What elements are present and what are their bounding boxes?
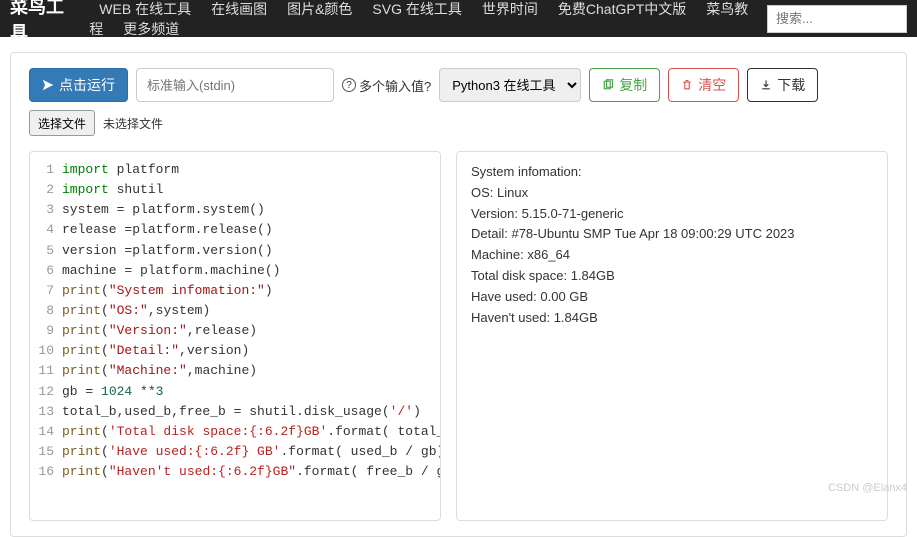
code-text[interactable]: gb = 1024 **3 <box>62 382 163 402</box>
download-button[interactable]: 下载 <box>747 68 818 102</box>
code-text[interactable]: release =platform.release() <box>62 220 273 240</box>
code-text[interactable]: print("System infomation:") <box>62 281 273 301</box>
line-number: 13 <box>38 402 62 422</box>
code-text[interactable]: print("Haven't used:{:6.2f}GB".format( f… <box>62 462 441 482</box>
code-text[interactable]: total_b,used_b,free_b = shutil.disk_usag… <box>62 402 421 422</box>
code-text[interactable]: print("Machine:",machine) <box>62 361 257 381</box>
choose-file-button[interactable]: 选择文件 <box>29 110 95 136</box>
download-icon <box>760 79 772 91</box>
code-line[interactable]: 14print('Total disk space:{:6.2f}GB'.for… <box>38 422 440 442</box>
copy-button-label: 复制 <box>619 75 647 95</box>
code-text[interactable]: machine = platform.machine() <box>62 261 280 281</box>
code-line[interactable]: 10print("Detail:",version) <box>38 341 440 361</box>
main-panel: 点击运行 ? 多个输入值? Python3 在线工具 复制 清空 下载 <box>10 52 907 537</box>
line-number: 4 <box>38 220 62 240</box>
code-text[interactable]: print('Total disk space:{:6.2f}GB'.forma… <box>62 422 441 442</box>
code-text[interactable]: import shutil <box>62 180 163 200</box>
nav-link-4[interactable]: 世界时间 <box>472 1 548 17</box>
stdin-input[interactable] <box>136 68 334 102</box>
code-line[interactable]: 11print("Machine:",machine) <box>38 361 440 381</box>
code-line[interactable]: 1import platform <box>38 160 440 180</box>
output-pane: System infomation:OS: LinuxVersion: 5.15… <box>456 151 888 521</box>
output-line: Total disk space: 1.84GB <box>471 266 873 287</box>
line-number: 6 <box>38 261 62 281</box>
line-number: 16 <box>38 462 62 482</box>
code-text[interactable]: print("Version:",release) <box>62 321 257 341</box>
brand-logo[interactable]: 菜鸟工具 <box>10 0 74 45</box>
nav-link-1[interactable]: 在线画图 <box>201 1 277 17</box>
code-text[interactable]: version =platform.version() <box>62 241 273 261</box>
code-line[interactable]: 5version =platform.version() <box>38 241 440 261</box>
trash-icon <box>681 79 693 91</box>
line-number: 1 <box>38 160 62 180</box>
output-line: Detail: #78-Ubuntu SMP Tue Apr 18 09:00:… <box>471 224 873 245</box>
output-line: System infomation: <box>471 162 873 183</box>
nav-link-7[interactable]: 更多频道 <box>113 21 189 37</box>
line-number: 9 <box>38 321 62 341</box>
search-input[interactable] <box>767 5 907 33</box>
code-text[interactable]: print("OS:",system) <box>62 301 210 321</box>
line-number: 12 <box>38 382 62 402</box>
code-line[interactable]: 2import shutil <box>38 180 440 200</box>
help-label: 多个输入值? <box>359 76 431 95</box>
copy-button[interactable]: 复制 <box>589 68 660 102</box>
question-icon: ? <box>342 78 356 92</box>
line-number: 3 <box>38 200 62 220</box>
line-number: 8 <box>38 301 62 321</box>
code-line[interactable]: 15print('Have used:{:6.2f} GB'.format( u… <box>38 442 440 462</box>
line-number: 7 <box>38 281 62 301</box>
code-line[interactable]: 13total_b,used_b,free_b = shutil.disk_us… <box>38 402 440 422</box>
line-number: 5 <box>38 241 62 261</box>
output-line: Haven't used: 1.84GB <box>471 308 873 329</box>
toolbar: 点击运行 ? 多个输入值? Python3 在线工具 复制 清空 下载 <box>29 68 888 136</box>
code-text[interactable]: print("Detail:",version) <box>62 341 249 361</box>
code-line[interactable]: 7print("System infomation:") <box>38 281 440 301</box>
run-button[interactable]: 点击运行 <box>29 68 128 102</box>
code-line[interactable]: 8print("OS:",system) <box>38 301 440 321</box>
code-text[interactable]: system = platform.system() <box>62 200 265 220</box>
top-navbar: 菜鸟工具 WEB 在线工具在线画图图片&颜色SVG 在线工具世界时间免费Chat… <box>0 0 917 37</box>
nav-link-0[interactable]: WEB 在线工具 <box>89 1 201 17</box>
line-number: 11 <box>38 361 62 381</box>
file-status-label: 未选择文件 <box>103 115 163 132</box>
code-line[interactable]: 9print("Version:",release) <box>38 321 440 341</box>
run-button-label: 点击运行 <box>59 75 115 95</box>
code-line[interactable]: 3system = platform.system() <box>38 200 440 220</box>
nav-link-2[interactable]: 图片&颜色 <box>277 1 362 17</box>
line-number: 14 <box>38 422 62 442</box>
send-icon <box>42 79 54 91</box>
code-editor-pane[interactable]: 1import platform2import shutil3system = … <box>29 151 441 521</box>
output-line: OS: Linux <box>471 183 873 204</box>
nav-link-3[interactable]: SVG 在线工具 <box>362 1 471 17</box>
code-line[interactable]: 6machine = platform.machine() <box>38 261 440 281</box>
multi-input-help[interactable]: ? 多个输入值? <box>342 76 431 95</box>
clear-button-label: 清空 <box>698 75 726 95</box>
download-button-label: 下载 <box>777 75 805 95</box>
output-line: Machine: x86_64 <box>471 245 873 266</box>
output-line: Version: 5.15.0-71-generic <box>471 204 873 225</box>
watermark: CSDN @Elanx4 <box>828 482 907 494</box>
code-line[interactable]: 16print("Haven't used:{:6.2f}GB".format(… <box>38 462 440 482</box>
clear-button[interactable]: 清空 <box>668 68 739 102</box>
code-text[interactable]: print('Have used:{:6.2f} GB'.format( use… <box>62 442 441 462</box>
line-number: 15 <box>38 442 62 462</box>
compiler-select[interactable]: Python3 在线工具 <box>439 68 581 102</box>
code-text[interactable]: import platform <box>62 160 179 180</box>
code-line[interactable]: 12gb = 1024 **3 <box>38 382 440 402</box>
line-number: 2 <box>38 180 62 200</box>
output-line: Have used: 0.00 GB <box>471 287 873 308</box>
nav-link-5[interactable]: 免费ChatGPT中文版 <box>548 1 696 17</box>
code-line[interactable]: 4release =platform.release() <box>38 220 440 240</box>
line-number: 10 <box>38 341 62 361</box>
code-editor[interactable]: 1import platform2import shutil3system = … <box>38 160 440 482</box>
copy-icon <box>602 79 614 91</box>
